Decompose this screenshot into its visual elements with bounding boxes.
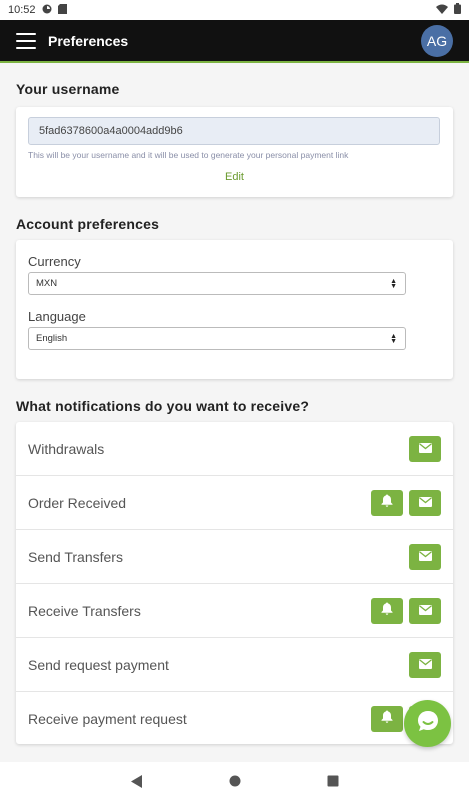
currency-label: Currency bbox=[28, 254, 81, 269]
status-bar: 10:52 bbox=[0, 0, 469, 20]
email-icon bbox=[418, 656, 432, 674]
email-icon bbox=[418, 602, 432, 620]
email-icon bbox=[418, 494, 432, 512]
username-help-text: This will be your username and it will b… bbox=[28, 150, 349, 160]
notification-label: Send request payment bbox=[28, 656, 169, 673]
back-icon[interactable] bbox=[130, 774, 143, 788]
email-icon bbox=[418, 440, 432, 458]
push-notification-button[interactable] bbox=[371, 706, 403, 732]
avatar[interactable]: AG bbox=[421, 24, 453, 57]
notification-label: Receive payment request bbox=[28, 711, 187, 727]
home-icon[interactable] bbox=[229, 775, 241, 787]
account-preferences-card: Currency MXN ▲ ▼ Language English ▲ ▼ bbox=[16, 240, 453, 379]
email-notification-button[interactable] bbox=[409, 597, 441, 624]
select-arrows-icon: ▲ ▼ bbox=[390, 332, 397, 345]
email-icon bbox=[418, 548, 432, 566]
menu-icon[interactable] bbox=[16, 32, 36, 49]
email-notification-button[interactable] bbox=[409, 489, 441, 516]
notification-label: Withdrawals bbox=[28, 440, 105, 457]
sd-card-icon bbox=[57, 3, 67, 17]
push-notification-button[interactable] bbox=[371, 597, 403, 624]
notification-buttons bbox=[409, 435, 441, 462]
battery-icon bbox=[454, 3, 461, 17]
email-notification-button[interactable] bbox=[409, 651, 441, 678]
chat-bubble-icon bbox=[415, 708, 441, 739]
username-field[interactable]: 5fad6378600a4a0004add9b6 bbox=[28, 117, 440, 145]
select-arrows-icon: ▲ ▼ bbox=[390, 277, 397, 290]
username-section-title: Your username bbox=[16, 81, 120, 97]
notification-label: Order Received bbox=[28, 494, 127, 511]
status-right bbox=[436, 3, 461, 17]
status-time: 10:52 bbox=[8, 4, 36, 16]
language-select[interactable]: English ▲ ▼ bbox=[28, 327, 406, 350]
email-notification-button[interactable] bbox=[409, 543, 441, 570]
system-nav-bar bbox=[0, 762, 469, 800]
page-title: Preferences bbox=[48, 32, 129, 49]
edit-username-link[interactable]: Edit bbox=[28, 171, 441, 183]
currency-value: MXN bbox=[36, 278, 58, 289]
wifi-icon bbox=[436, 4, 448, 17]
notification-buttons bbox=[371, 489, 441, 516]
notification-buttons bbox=[409, 651, 441, 678]
notification-label: Send Transfers bbox=[28, 548, 123, 565]
notification-row: Withdrawals bbox=[16, 422, 453, 476]
notification-row: Order Received bbox=[16, 476, 453, 530]
notification-row: Receive payment request bbox=[16, 692, 453, 746]
bell-icon bbox=[381, 494, 393, 512]
status-left: 10:52 bbox=[8, 3, 67, 17]
username-card: 5fad6378600a4a0004add9b6 This will be yo… bbox=[16, 107, 453, 197]
account-section-title: Account preferences bbox=[16, 216, 160, 232]
language-value: English bbox=[36, 333, 68, 344]
notification-row: Send request payment bbox=[16, 638, 453, 692]
notification-row: Send Transfers bbox=[16, 530, 453, 584]
bell-icon bbox=[381, 602, 393, 620]
push-notification-button[interactable] bbox=[371, 489, 403, 516]
notification-buttons bbox=[371, 597, 441, 624]
notification-label: Receive Transfers bbox=[28, 602, 141, 619]
app-bar: Preferences AG bbox=[0, 20, 469, 63]
notification-buttons bbox=[409, 543, 441, 570]
bell-icon bbox=[381, 710, 393, 728]
notifications-card: Withdrawals Order Received Send Transfers R… bbox=[16, 422, 453, 744]
preferences-content: Your username 5fad6378600a4a0004add9b6 T… bbox=[0, 65, 469, 762]
notification-row: Receive Transfers bbox=[16, 584, 453, 638]
currency-select[interactable]: MXN ▲ ▼ bbox=[28, 272, 406, 295]
language-label: Language bbox=[28, 309, 86, 324]
notifications-section-title: What notifications do you want to receiv… bbox=[16, 398, 310, 414]
chat-button[interactable] bbox=[404, 700, 451, 747]
email-notification-button[interactable] bbox=[409, 435, 441, 462]
recents-icon[interactable] bbox=[327, 775, 339, 787]
sync-icon bbox=[42, 4, 52, 17]
